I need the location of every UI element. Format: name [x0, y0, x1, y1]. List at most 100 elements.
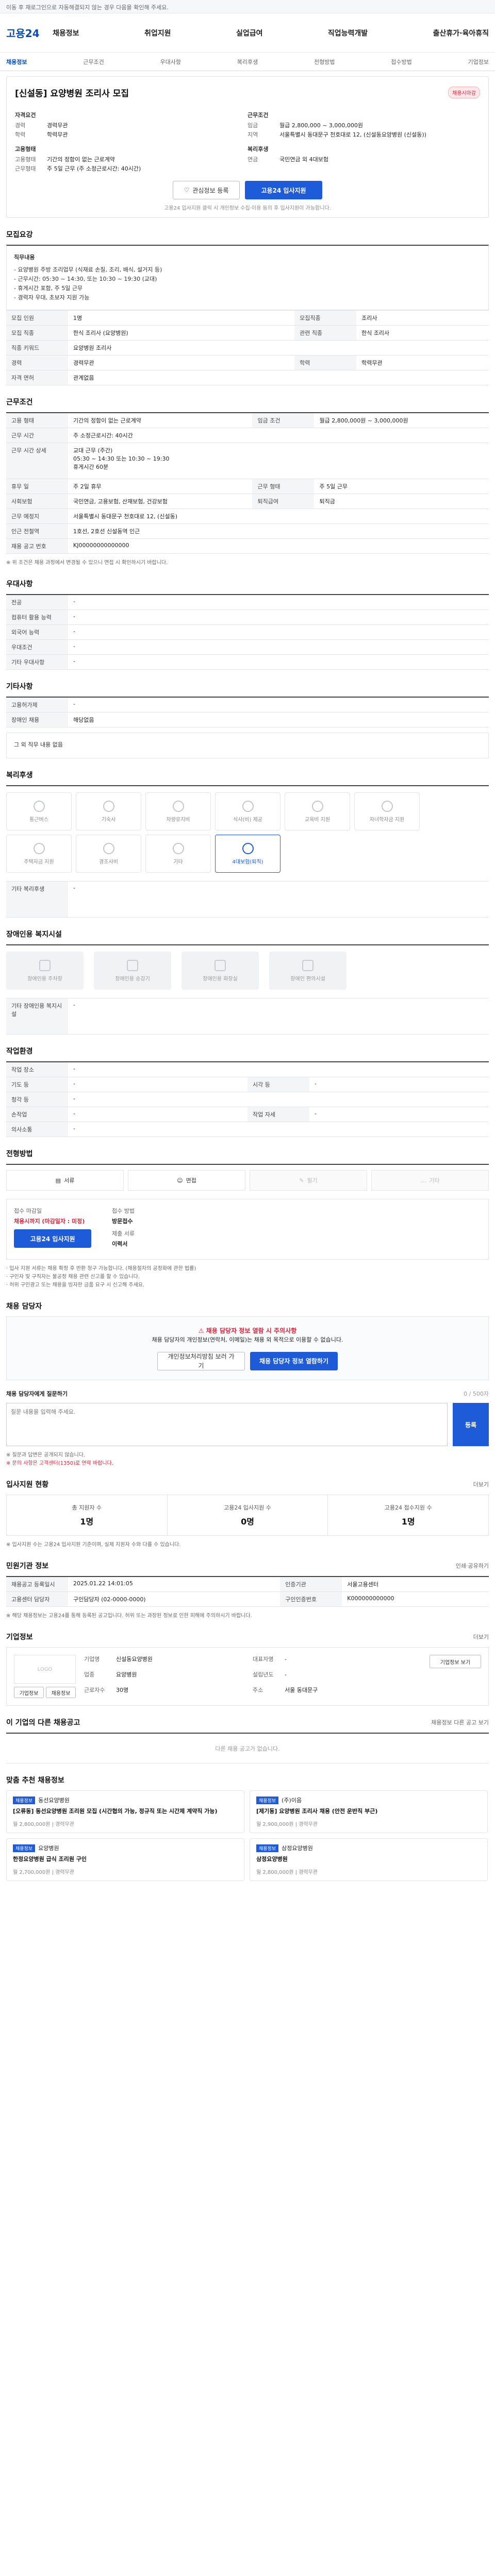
qna-input[interactable] — [6, 1403, 448, 1446]
contact-warning: 채용 담당자 정보 열람 시 주의사항 — [206, 1327, 297, 1334]
facility-label: 장애인용 주차장 — [27, 976, 62, 982]
row-label: 우대조건 — [6, 639, 68, 655]
company-jobs-button[interactable]: 채용정보 — [46, 1687, 76, 1698]
scrap-button-label: 관심정보 등록 — [192, 187, 229, 194]
docs-value: 이력서 — [112, 1241, 128, 1247]
agency-print-link[interactable]: 인쇄·공유하기 — [456, 1562, 489, 1570]
recommend-section-title: 맞춤 추천 채용정보 — [6, 1775, 489, 1785]
row-label: 기도 등 — [6, 1077, 68, 1092]
view-contact-button[interactable]: 채용 담당자 정보 열람하기 — [250, 1352, 338, 1370]
agency-note: ※ 해당 채용정보는 고용24를 통해 등록된 공고입니다. 허위 또는 과장된… — [6, 1613, 252, 1619]
table-row: 전공 - — [6, 595, 489, 610]
card-title: [제기동] 요양병원 조리사 채용 (안전 운반직 부근) — [256, 1808, 378, 1815]
company-name: 신설동요양병원 — [116, 1656, 153, 1663]
welfare-icon — [242, 800, 254, 812]
welfare-heading: 복리후생 — [248, 146, 269, 152]
row-label: 장애인 채용 — [6, 712, 68, 727]
row-label: 모집직종 — [294, 310, 357, 326]
deadline-label: 접수 마감일 — [14, 1208, 42, 1214]
welfare-label: 기숙사 — [101, 817, 116, 823]
facility-item: 장애인용 화장실 — [182, 952, 259, 990]
tab-apply[interactable]: 접수방법 — [391, 58, 411, 66]
gnb-item-jobs[interactable]: 채용정보 — [53, 28, 79, 38]
site-logo[interactable]: 고용24 — [6, 25, 42, 40]
method-written: ✎ 필기 — [250, 1170, 367, 1191]
employ-type-label: 고용형태 — [15, 156, 36, 163]
bullet-item: · 구인자 및 구직자는 불공정 채용 관련 신고를 할 수 있습니다. — [6, 1274, 140, 1280]
table-row: 직종 키워드 요양병원 조리사 — [6, 340, 489, 355]
contact-text: 채용 담당자의 개인정보(연락처, 이메일)는 채용 외 목적으로 이용할 수 … — [152, 1336, 343, 1343]
tab-selection[interactable]: 전형방법 — [314, 58, 335, 66]
bullet-item: · 입사 지원 서류는 채용 확정 후 반환 청구 가능합니다. (채용절차의 … — [6, 1266, 196, 1272]
method-label: 서류 — [64, 1177, 75, 1184]
warning-icon: ⚠ — [198, 1327, 206, 1334]
company-heading: 기업정보 — [6, 1633, 33, 1641]
company-detail-button[interactable]: 기업정보 보기 — [430, 1655, 481, 1668]
card-title: 한정요양병원 급식 조리원 구인 — [13, 1856, 87, 1862]
facility-item: 장애인용 승강기 — [94, 952, 171, 990]
card-tag: 채용정보 — [256, 1797, 279, 1804]
apply-button-bottom[interactable]: 고용24 입사지원 — [14, 1229, 91, 1248]
card-tag: 채용정보 — [256, 1844, 279, 1852]
row-value: 1명 — [68, 310, 295, 326]
qna-notes: ※ 질문과 답변은 공개되지 않습니다. ※ 문의 사항은 고객센터(1350)… — [6, 1451, 489, 1468]
gnb-item-benefit[interactable]: 실업급여 — [236, 28, 263, 38]
tab-company[interactable]: 기업정보 — [468, 58, 489, 66]
apply-button[interactable]: 고용24 입사지원 — [245, 181, 322, 199]
qna-send-button[interactable]: 등록 — [453, 1403, 489, 1446]
welfare-label: 교육비 지원 — [304, 817, 331, 823]
list-item[interactable]: 채용정보 (주)이음 [제기동] 요양병원 조리사 채용 (안전 운반직 부근) … — [250, 1790, 488, 1833]
duty-heading: 직무내용 — [14, 254, 35, 261]
row-value: 서울고용센터 — [342, 1577, 489, 1592]
tab-condition[interactable]: 근무조건 — [83, 58, 104, 66]
tab-preference[interactable]: 우대사항 — [160, 58, 181, 66]
welfare-item: 교육비 지원 — [285, 792, 350, 831]
row-label: 휴무 일 — [6, 479, 68, 494]
list-item[interactable]: 채용정보 삼정요양병원 삼정요양병원 월 2,800,000원 | 경력무관 — [250, 1838, 488, 1881]
welfare-item: 경조사비 — [76, 835, 141, 873]
privacy-button[interactable]: 개인정보처리방침 보러 가기 — [157, 1352, 245, 1370]
note-item: ※ 질문과 답변은 공개되지 않습니다. — [6, 1452, 86, 1458]
stat-label: 고용24 입사지원 수 — [224, 1504, 271, 1511]
row-label: 시각 등 — [248, 1077, 309, 1092]
welfare-icon — [172, 842, 184, 854]
table-row: 손작업 - 작업 자세 - — [6, 1107, 489, 1122]
gnb-item-leave[interactable]: 출산휴가·육아휴직 — [433, 28, 489, 38]
list-item[interactable]: 채용정보 동선요양병원 [오류동] 동선요양병원 조리원 모집 (시간협의 가능,… — [6, 1790, 244, 1833]
row-label: 경력 — [6, 355, 68, 370]
gnb-item-training[interactable]: 직업능력개발 — [328, 28, 368, 38]
disability-other-table: 기타 장애인용 복지시설 - — [6, 998, 489, 1035]
list-item[interactable]: 채용정보 요양병원 한정요양병원 급식 조리원 구인 월 2,700,000원 |… — [6, 1838, 244, 1881]
row-value: 월급 2,800,000원 ~ 3,000,000원 — [314, 413, 489, 428]
company-more-link[interactable]: 더보기 — [473, 1633, 489, 1641]
welfare-item: 주택자금 지원 — [6, 835, 72, 873]
qualification-heading: 자격요건 — [15, 112, 36, 118]
tab-welfare[interactable]: 복리후생 — [237, 58, 258, 66]
row-label: 인증기관 — [280, 1577, 342, 1592]
apply-notice: 고용24 입사지원 클릭 시 개인정보 수집·이용 동의 후 입사지원이 가능합… — [164, 206, 331, 211]
row-value: 1호선, 2호선 신설동역 인근 — [68, 523, 489, 539]
row-label: 채용 공고 번호 — [6, 538, 68, 554]
row-label: 자격 면허 — [6, 370, 68, 385]
global-nav: 고용24 채용정보 취업지원 실업급여 직업능력개발 출산휴가·육아휴직 — [0, 13, 495, 53]
facility-label: 장애인 편의시설 — [290, 976, 325, 982]
tab-recruit[interactable]: 채용정보 — [6, 58, 27, 66]
company-info-button[interactable]: 기업정보 — [14, 1687, 44, 1698]
status-more-link[interactable]: 더보기 — [473, 1480, 489, 1488]
scrap-button[interactable]: ♡ 관심정보 등록 — [173, 181, 240, 199]
table-row: 채용 공고 번호 KJ00000000000000 — [6, 538, 489, 554]
employment-heading: 고용형태 — [15, 146, 36, 152]
others-heading: 이 기업의 다른 채용공고 — [6, 1719, 80, 1727]
row-value: 구인담당자 (02-0000-0000) — [68, 1591, 280, 1607]
gnb-item-support[interactable]: 취업지원 — [144, 28, 171, 38]
others-more-link[interactable]: 채용정보 다른 공고 보기 — [431, 1718, 489, 1726]
welfare-icon — [33, 800, 45, 812]
row-value: - — [68, 609, 489, 625]
row-label: 청각 등 — [6, 1092, 68, 1107]
education-label: 학력 — [15, 131, 26, 138]
row-value: - — [68, 595, 489, 610]
selection-heading: 전형방법 — [6, 1150, 33, 1158]
card-tag: 채용정보 — [13, 1844, 36, 1852]
card-org: 동선요양병원 — [38, 1797, 70, 1804]
env-section-title: 작업환경 — [6, 1046, 489, 1056]
